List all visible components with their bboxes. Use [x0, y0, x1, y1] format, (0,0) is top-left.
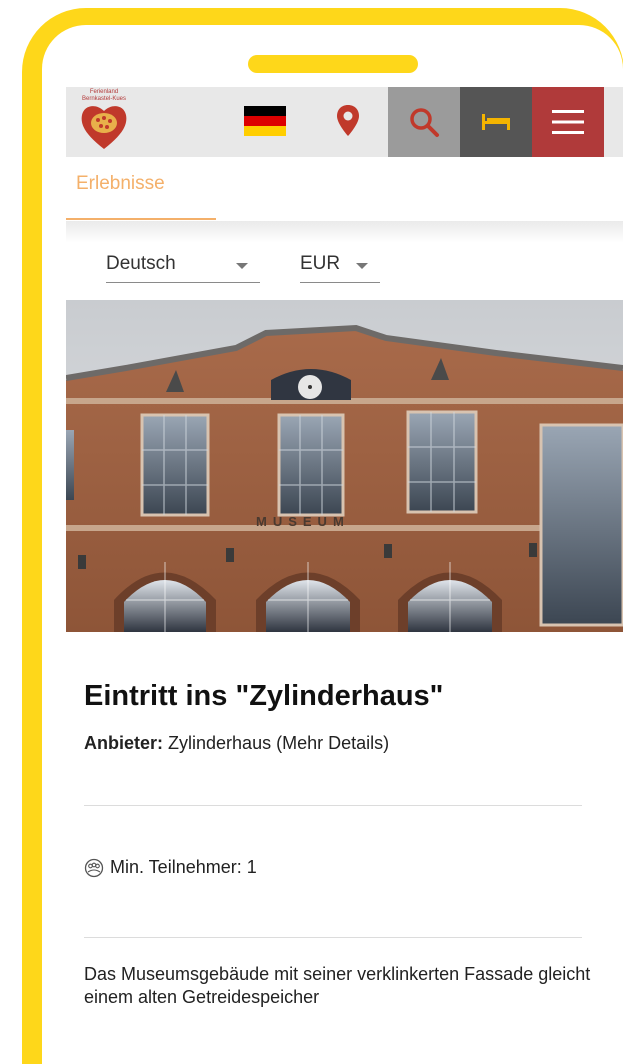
chevron-down-icon: [236, 263, 248, 269]
provider-link[interactable]: Zylinderhaus (Mehr Details): [168, 733, 389, 753]
participants-text: Min. Teilnehmer: 1: [110, 857, 257, 877]
offer-description: Das Museumsgebäude mit seiner verklinker…: [84, 964, 591, 1007]
offer-title: Eintritt ins "Zylinderhaus": [84, 680, 444, 712]
provider-label: Anbieter:: [84, 733, 164, 753]
divider: [84, 805, 582, 806]
tab-active-indicator: [66, 218, 216, 220]
germany-flag-icon[interactable]: [244, 106, 286, 136]
logo-text: Ferienland Bernkastel-Kues: [81, 89, 127, 102]
search-button[interactable]: [388, 87, 460, 157]
currency-select[interactable]: EUR: [300, 243, 380, 283]
participants-row: Min. Teilnehmer: 1: [84, 857, 257, 878]
divider: [84, 937, 582, 938]
search-icon: [410, 108, 439, 137]
chevron-down-icon: [356, 263, 368, 269]
language-select[interactable]: Deutsch: [106, 243, 260, 283]
accommodation-button[interactable]: [460, 87, 532, 157]
museum-sign: MUSEUM: [256, 514, 350, 529]
currency-select-value: EUR: [300, 253, 341, 274]
map-pin-icon[interactable]: [334, 103, 362, 139]
tab-bar-shadow: [66, 221, 623, 243]
screen: Ferienland Bernkastel-Kues Erlebnisse De…: [42, 25, 623, 1064]
hamburger-menu-icon: [552, 110, 584, 134]
top-header: Ferienland Bernkastel-Kues: [66, 87, 623, 157]
menu-button[interactable]: [532, 87, 604, 157]
site-logo[interactable]: Ferienland Bernkastel-Kues: [76, 89, 132, 155]
language-select-value: Deutsch: [106, 253, 176, 274]
tab-erlebnisse[interactable]: Erlebnisse: [76, 173, 165, 195]
device-speaker: [248, 55, 418, 73]
museum-photo: MUSEUM: [66, 300, 623, 632]
bed-icon: [482, 114, 510, 130]
group-icon: [84, 858, 104, 877]
offer-provider: Anbieter: Zylinderhaus (Mehr Details): [84, 733, 389, 754]
